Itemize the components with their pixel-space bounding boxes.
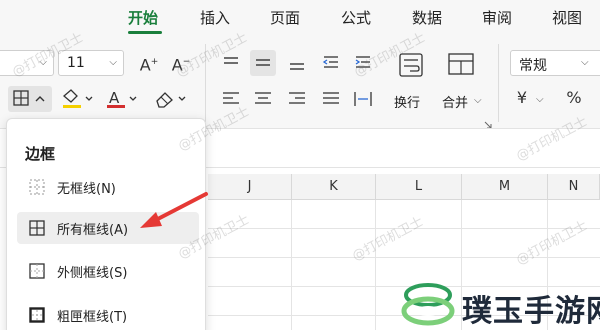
distributed-align-icon[interactable] (350, 86, 376, 112)
font-color-button[interactable]: A (104, 86, 140, 112)
font-size-value: 11 (67, 55, 85, 71)
tab-data[interactable]: 数据 (412, 7, 442, 28)
column-header[interactable]: L (376, 174, 462, 200)
tab-page[interactable]: 页面 (270, 7, 300, 28)
dialog-launcher-icon[interactable] (484, 114, 492, 129)
menu-title: 边框 (25, 145, 56, 163)
brand-name: 璞玉手游网 (462, 294, 600, 329)
menu-item-outside-borders[interactable]: 外侧框线(S) (17, 255, 199, 287)
all-borders-icon (29, 220, 45, 236)
tab-insert[interactable]: 插入 (200, 7, 230, 28)
no-border-icon (29, 179, 45, 195)
column-header[interactable]: M (462, 174, 548, 200)
menu-item-label: 粗匣框线(T) (57, 310, 128, 325)
outside-borders-icon (29, 263, 45, 279)
chevron-down-icon: ⌵ (536, 94, 544, 105)
ribbon-panel: ⌵ 11 ⌵ A+ A− A 换行 合并 ⌵ 常规 ⌵ ¥ ⌵ % (0, 36, 600, 129)
currency-format-icon[interactable]: ¥ (510, 86, 534, 112)
column-header[interactable]: N (548, 174, 600, 200)
merge-cells-icon (448, 53, 474, 75)
column-header[interactable]: K (292, 174, 376, 200)
annotation-arrow-icon (140, 192, 208, 228)
tab-review[interactable]: 审阅 (482, 7, 512, 28)
gridline (375, 200, 376, 330)
tab-home[interactable]: 开始 (128, 7, 158, 28)
brand-logo-icon (401, 283, 455, 326)
border-dropdown-button[interactable] (8, 86, 52, 112)
column-header[interactable]: J (208, 174, 292, 200)
clear-format-button[interactable] (152, 86, 190, 112)
menu-item-thick-box-border[interactable]: 粗匣框线(T) (17, 299, 199, 330)
merge-cells-label: 合并 (442, 96, 469, 111)
align-middle-icon[interactable] (250, 50, 276, 76)
chevron-down-icon: ⌵ (581, 57, 589, 68)
menu-item-label: 外侧框线(S) (57, 266, 128, 281)
eraser-icon (156, 92, 186, 108)
align-bottom-icon[interactable] (284, 50, 310, 76)
align-right-icon[interactable] (284, 86, 310, 112)
number-format-dropdown[interactable]: 常规 ⌵ (510, 50, 600, 76)
percent-format-icon[interactable]: % (562, 86, 586, 112)
borders-icon (13, 90, 45, 106)
chevron-down-icon: ⌵ (474, 95, 482, 106)
watermark: @打印机卫士 (513, 218, 590, 269)
menu-item-label: 所有框线(A) (57, 223, 129, 238)
chevron-down-icon: ⌵ (109, 57, 117, 68)
decrease-indent-icon[interactable] (318, 50, 344, 76)
increase-font-size-icon[interactable]: A+ (136, 50, 162, 76)
font-color-icon: A (107, 89, 137, 108)
fill-color-button[interactable] (60, 86, 96, 112)
tab-view[interactable]: 视图 (552, 7, 582, 28)
align-center-icon[interactable] (250, 86, 276, 112)
menu-item-label: 无框线(N) (57, 182, 116, 197)
font-size-dropdown[interactable]: 11 ⌵ (58, 50, 124, 76)
wrap-text-label: 换行 (394, 96, 421, 111)
gridline (291, 200, 292, 330)
active-tab-indicator (128, 31, 162, 34)
merge-cells-button[interactable]: 合并 ⌵ (438, 50, 488, 118)
svg-text:A: A (109, 89, 120, 107)
number-format-value: 常规 (519, 58, 547, 74)
tab-formulas[interactable]: 公式 (341, 7, 371, 28)
justify-icon[interactable] (318, 86, 344, 112)
paint-bucket-icon (63, 89, 93, 108)
ribbon-tab-bar: 开始 插入 页面 公式 数据 审阅 视图 (0, 0, 600, 36)
thick-box-border-icon (29, 307, 45, 323)
group-separator (498, 44, 499, 122)
